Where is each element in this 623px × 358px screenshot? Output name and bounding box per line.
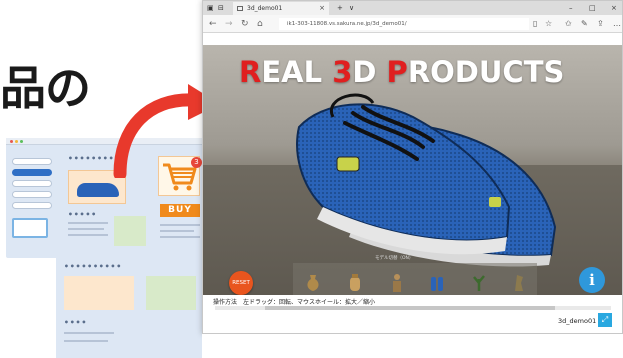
sidebar-pill — [12, 158, 52, 165]
text-line — [64, 340, 108, 342]
title-part: 3 — [332, 55, 353, 89]
forward-arrow-icon[interactable]: → — [225, 17, 233, 31]
tab-title: 3d_demo01 — [247, 5, 283, 12]
title-part: RODUCTS — [407, 55, 565, 89]
text-line — [68, 228, 104, 230]
address-bar-row: ← → ↻ ⌂ ik1-303-11808.vs.sakura.ne.jp/3d… — [203, 15, 622, 33]
more-icon[interactable]: … — [613, 17, 621, 31]
image-placeholder — [146, 276, 196, 310]
text-line — [68, 234, 108, 236]
share-icon[interactable]: ⇪ — [597, 17, 604, 31]
dot-icon — [20, 140, 23, 143]
title-part: EAL — [261, 55, 333, 89]
thumbnail-caption: モデル切替（ON） — [375, 256, 414, 261]
scrollbar-thumb[interactable] — [265, 306, 555, 310]
demo-name-label: 3d_demo01 — [558, 317, 597, 325]
dots-row: •••• — [64, 318, 88, 327]
tab-3d-demo[interactable]: 3d_demo01 × — [233, 2, 329, 15]
dot-icon — [15, 140, 18, 143]
favorite-star-icon[interactable]: ☆ — [545, 17, 552, 31]
viewer-title: REAL 3D PRODUCTS — [239, 55, 564, 89]
image-placeholder — [114, 216, 146, 246]
text-line — [160, 236, 200, 238]
url-input[interactable]: ik1-303-11808.vs.sakura.ne.jp/3d_demo01/ — [279, 18, 529, 30]
minimize-button[interactable]: – — [569, 2, 573, 14]
text-line — [160, 224, 200, 226]
vase-model-thumbnail[interactable] — [305, 273, 321, 293]
tab-actions-icon[interactable]: ▣ — [207, 2, 214, 14]
speech-bubble-icon — [12, 218, 48, 238]
sidebar-pill — [12, 202, 52, 209]
reset-button[interactable]: RESET — [229, 271, 253, 295]
image-placeholder — [64, 276, 134, 310]
horizontal-scrollbar[interactable] — [215, 306, 611, 310]
3d-viewer[interactable]: REAL 3D PRODUCTS RESET モデル切替（ON） i — [203, 45, 622, 295]
sidebar-pill-active — [12, 169, 52, 176]
promo-heading: 品の — [0, 61, 91, 115]
new-tab-button[interactable]: + — [337, 2, 343, 14]
title-part: P — [386, 55, 408, 89]
text-line — [160, 230, 194, 232]
model-thumbnail-bar: モデル切替（ON） — [293, 256, 537, 295]
text-line — [68, 222, 108, 224]
sidebar-pill — [12, 191, 52, 198]
refresh-icon[interactable]: ↻ — [241, 17, 249, 31]
dot-icon — [10, 140, 13, 143]
back-arrow-icon[interactable]: ← — [209, 17, 217, 31]
browser-window: ▣ ⊟ 3d_demo01 × + ∨ – □ × ← → ↻ ⌂ ik1-30… — [202, 0, 623, 334]
info-button[interactable]: i — [579, 267, 605, 293]
dots-row: ••••• — [68, 210, 98, 219]
sidebar-pill — [12, 180, 52, 187]
figure-model-thumbnail[interactable] — [389, 273, 405, 293]
plant-model-thumbnail[interactable] — [471, 273, 487, 293]
page-favicon-icon — [237, 6, 243, 11]
url-text: ik1-303-11808.vs.sakura.ne.jp/3d_demo01/ — [287, 21, 407, 27]
tab-bar: ▣ ⊟ 3d_demo01 × + ∨ – □ × — [203, 1, 622, 15]
jar-model-thumbnail[interactable] — [347, 273, 363, 293]
title-part: R — [239, 55, 262, 89]
dots-row: •••••••••• — [64, 262, 123, 271]
notes-pen-icon[interactable]: ✎ — [581, 17, 588, 31]
controls-instructions: 操作方法 左ドラッグ：回転、マウスホイール：拡大／縮小 — [213, 299, 376, 306]
reading-view-icon[interactable]: ▯ — [533, 17, 537, 31]
maximize-button[interactable]: □ — [589, 2, 596, 14]
page-bottom — [202, 334, 623, 358]
favorites-hub-icon[interactable]: ✩ — [565, 17, 572, 31]
statue-model-thumbnail[interactable] — [511, 273, 527, 293]
title-part: D — [352, 55, 387, 89]
illustration-window-2: •••••••••• •••• — [56, 256, 212, 358]
shoe-icon — [77, 183, 119, 197]
tab-preview-icon[interactable]: ⊟ — [218, 2, 224, 14]
sneaker-3d-model[interactable] — [293, 87, 563, 287]
buy-button: BUY — [160, 204, 200, 217]
tab-close-icon[interactable]: × — [319, 2, 325, 15]
tab-list-chevron-icon[interactable]: ∨ — [349, 2, 354, 14]
fullscreen-expand-icon[interactable]: ⤢ — [598, 313, 612, 327]
home-icon[interactable]: ⌂ — [257, 17, 263, 31]
sneaker-model-thumbnail[interactable] — [429, 273, 445, 293]
text-line — [64, 332, 114, 334]
close-window-button[interactable]: × — [611, 2, 617, 14]
